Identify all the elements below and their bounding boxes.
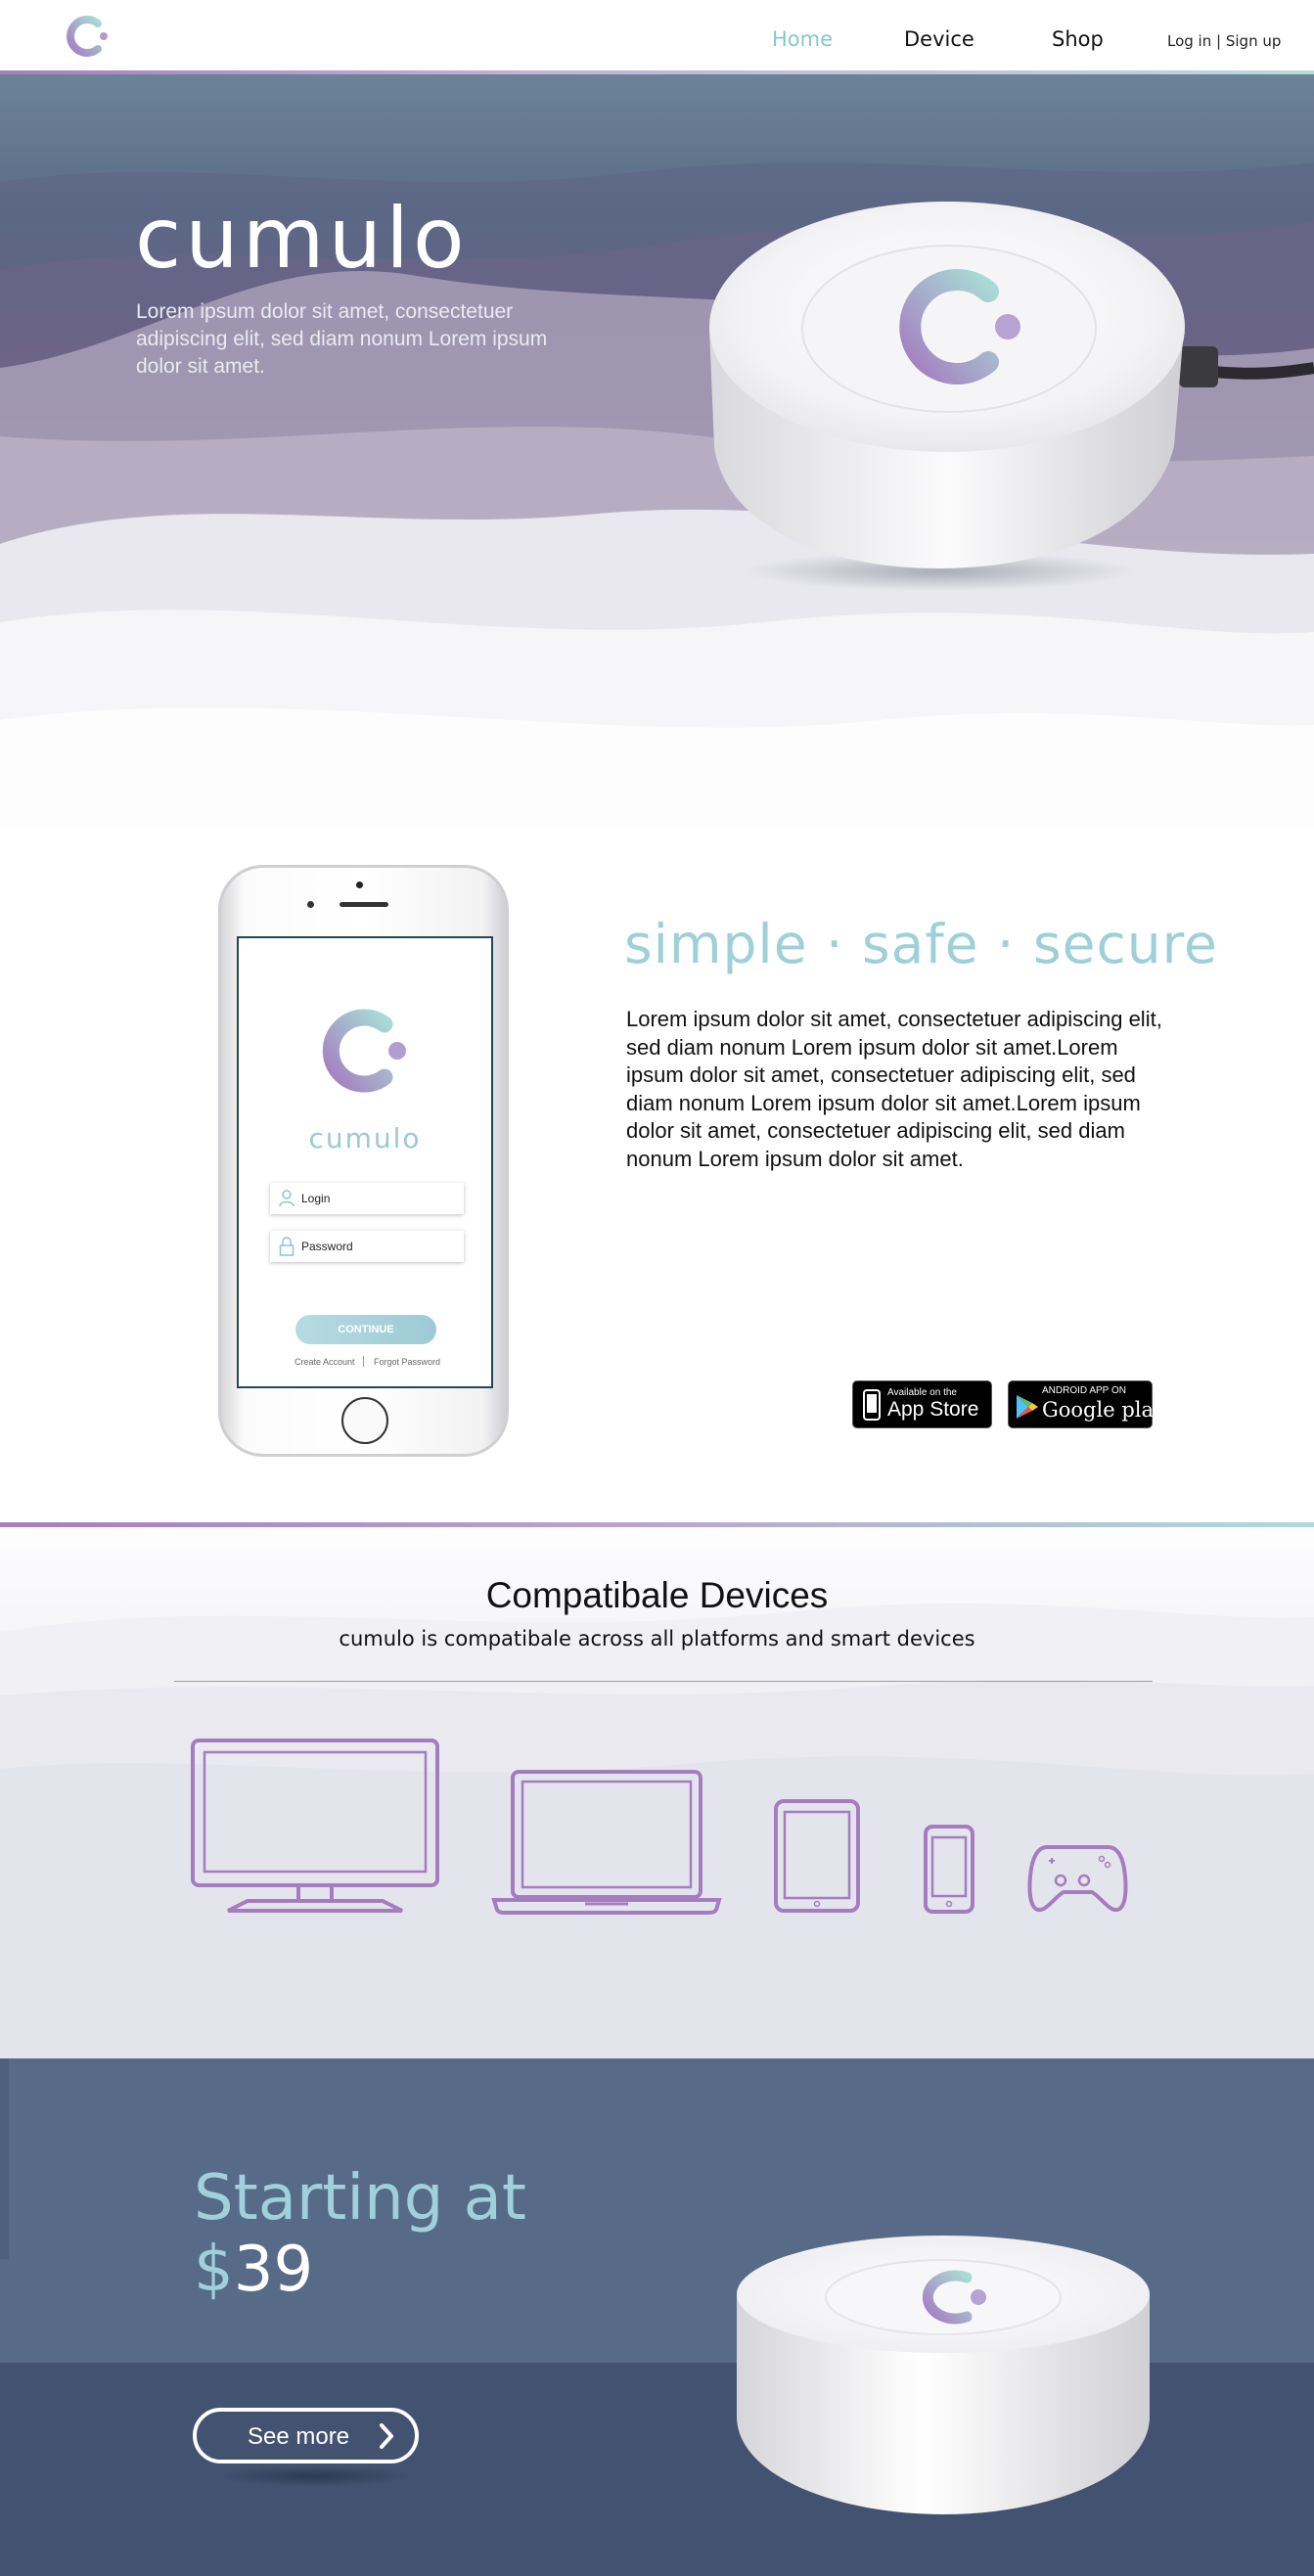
price-heading: Starting at	[194, 2162, 526, 2235]
price-amount: 39	[233, 2234, 314, 2306]
google-play-button[interactable]: ANDROID APP ON Google play	[1008, 1380, 1165, 1428]
hero-brand-title: cumulo	[135, 190, 469, 288]
hero-section: cumulo Lorem ipsum dolor sit amet, conse…	[0, 74, 1314, 828]
cumulo-logo-icon[interactable]	[61, 10, 113, 63]
pricing-left-edge	[0, 2058, 9, 2259]
nav-device-link[interactable]: Device	[904, 27, 974, 51]
nav-shop-link[interactable]: Shop	[1052, 27, 1104, 51]
tablet-icon	[774, 1799, 860, 1913]
signup-link[interactable]: Sign up	[1226, 32, 1282, 50]
login-link[interactable]: Log in	[1167, 32, 1211, 50]
compatible-subtitle: cumulo is compatibale across all platfor…	[339, 1627, 975, 1650]
phone-continue-button[interactable]: CONTINUE	[295, 1315, 436, 1344]
phone-sensor	[307, 901, 314, 908]
auth-links: Log in | Sign up	[1167, 32, 1281, 50]
app-store-button[interactable]: Available on the App Store	[852, 1380, 992, 1428]
phone-logo-icon	[322, 1009, 406, 1093]
price-value: $39	[194, 2234, 313, 2306]
cumulo-hub-device-image	[709, 202, 1314, 591]
nav-home-link[interactable]: Home	[772, 27, 833, 51]
gamepad-icon	[1027, 1845, 1128, 1913]
phone-create-account-link[interactable]: Create Account	[295, 1357, 355, 1367]
phone-screen: cumulo Login Password CONTINUE Create Ac…	[237, 936, 493, 1388]
cumulo-hub-device-image	[737, 2236, 1150, 2514]
price-currency: $	[194, 2234, 234, 2306]
phone-speaker	[340, 902, 388, 907]
lock-icon	[279, 1237, 295, 1256]
see-more-label: See more	[248, 2423, 350, 2450]
laptop-icon	[491, 1770, 722, 1915]
top-nav: Home Device Shop Log in | Sign up	[0, 0, 1314, 74]
phone-login-placeholder: Login	[301, 1192, 331, 1205]
phone-home-button	[341, 1397, 388, 1444]
button-shadow	[217, 2465, 413, 2487]
phone-login-field[interactable]: Login	[270, 1183, 464, 1214]
compatible-divider	[0, 1522, 1314, 1527]
google-play-icon	[1017, 1395, 1038, 1419]
chevron-right-icon	[380, 2423, 393, 2449]
tv-icon	[191, 1739, 439, 1913]
smartphone-icon	[924, 1825, 974, 1914]
see-more-button[interactable]: See more	[193, 2408, 419, 2463]
phone-device-icon	[863, 1389, 881, 1421]
phone-password-field[interactable]: Password	[270, 1231, 464, 1262]
phone-brand-title: cumulo	[308, 1122, 422, 1154]
feature-description: Lorem ipsum dolor sit amet, consectetuer…	[626, 1007, 1162, 1171]
app-store-big-text: App Store	[887, 1398, 979, 1421]
auth-separator: |	[1216, 32, 1222, 50]
google-play-big-text: Google play	[1042, 1398, 1165, 1422]
user-icon	[279, 1190, 295, 1207]
phone-camera	[356, 881, 363, 888]
compatible-rule	[174, 1681, 1153, 1682]
feature-tagline: simple · safe · secure	[624, 913, 1218, 975]
phone-password-placeholder: Password	[301, 1240, 353, 1253]
google-play-small-text: ANDROID APP ON	[1042, 1385, 1126, 1396]
hero-description: Lorem ipsum dolor sit amet, consectetuer…	[136, 300, 548, 378]
phone-mockup: cumulo Login Password CONTINUE Create Ac…	[218, 865, 509, 1457]
compatible-title: Compatibale Devices	[485, 1575, 829, 1615]
phone-forgot-password-link[interactable]: Forgot Password	[374, 1357, 440, 1367]
app-store-small-text: Available on the	[887, 1387, 957, 1398]
phone-links-divider	[363, 1356, 364, 1367]
